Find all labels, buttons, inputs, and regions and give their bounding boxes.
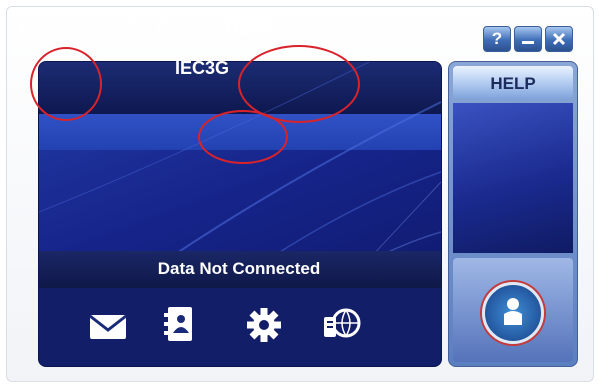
signal-highlight-ring (30, 47, 102, 121)
minimize-button[interactable] (514, 26, 542, 52)
help-panel-body (453, 103, 573, 253)
help-tab[interactable]: HELP (453, 66, 573, 99)
window-controls: ? (483, 26, 573, 52)
globe-connect-icon[interactable] (320, 305, 364, 345)
close-button[interactable] (545, 26, 573, 52)
operator-name: IEC3G (175, 58, 230, 78)
operator-highlight-ring (198, 110, 288, 164)
help-label: HELP (490, 74, 536, 93)
envelope-icon[interactable] (88, 312, 128, 342)
close-icon (552, 32, 566, 46)
minimize-icon (522, 41, 534, 44)
person-icon (504, 298, 522, 325)
gear-icon[interactable] (245, 306, 283, 344)
network-type-label: HSPA (225, 19, 277, 40)
help-question-icon: ? (491, 29, 503, 48)
connection-mode-label: P C (128, 19, 175, 38)
data-status-text: Data Not Connected (157, 259, 321, 278)
contacts-icon[interactable] (162, 305, 196, 345)
signal-strength-indicator: T. (17, 21, 31, 40)
account-button[interactable] (482, 282, 544, 344)
help-window-button[interactable]: ? (483, 26, 511, 52)
